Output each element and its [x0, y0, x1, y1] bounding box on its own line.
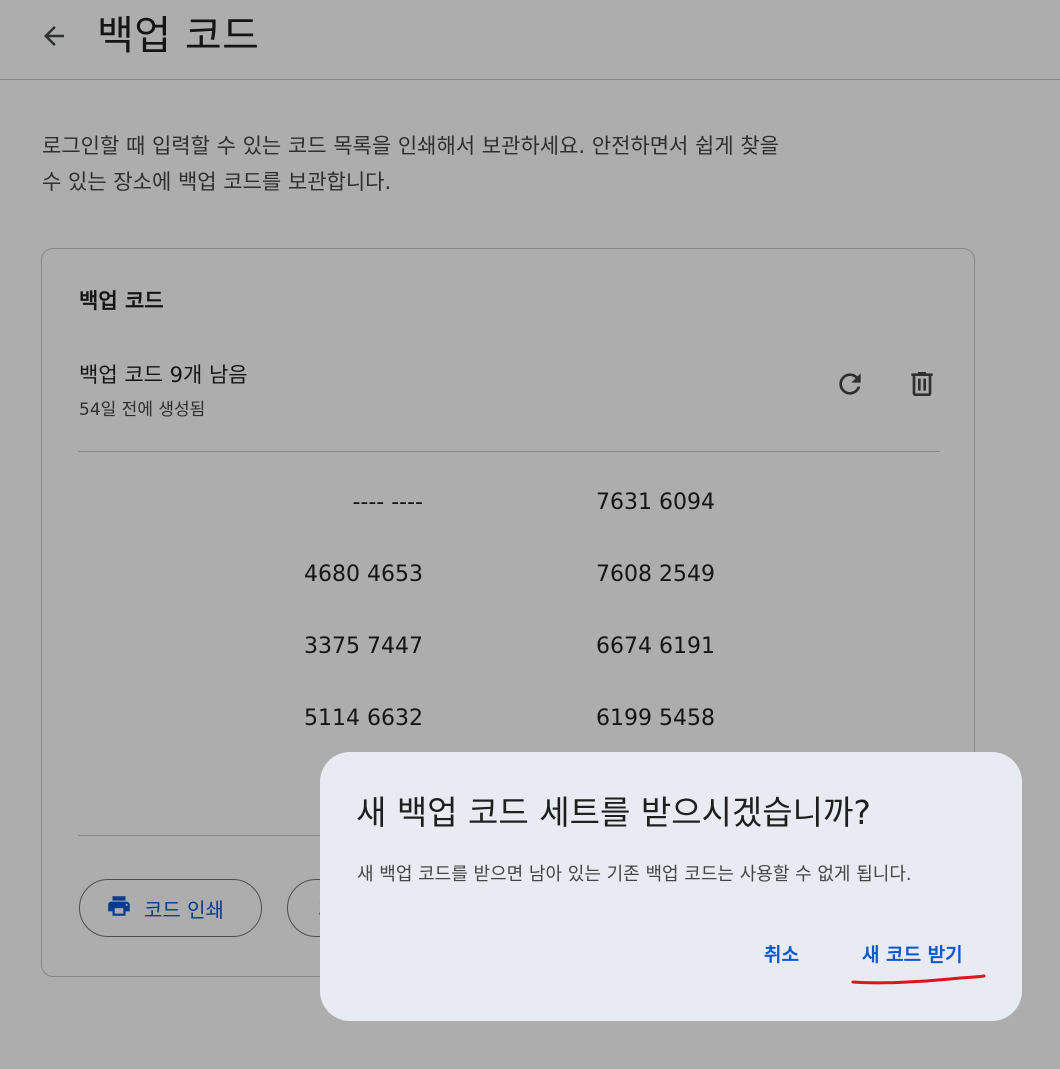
red-underline-annotation	[850, 970, 990, 994]
confirm-dialog: 새 백업 코드 세트를 받으시겠습니까? 새 백업 코드를 받으면 남아 있는 …	[320, 752, 1022, 1021]
dialog-title: 새 백업 코드 세트를 받으시겠습니까?	[356, 793, 871, 832]
dialog-message: 새 백업 코드를 받으면 남아 있는 기존 백업 코드는 사용할 수 없게 됩니…	[357, 864, 912, 885]
cancel-button[interactable]: 취소	[764, 940, 799, 967]
get-new-codes-button[interactable]: 새 코드 받기	[862, 940, 963, 967]
page: 백업 코드 로그인할 때 입력할 수 있는 코드 목록을 인쇄해서 보관하세요.…	[0, 0, 1060, 1069]
